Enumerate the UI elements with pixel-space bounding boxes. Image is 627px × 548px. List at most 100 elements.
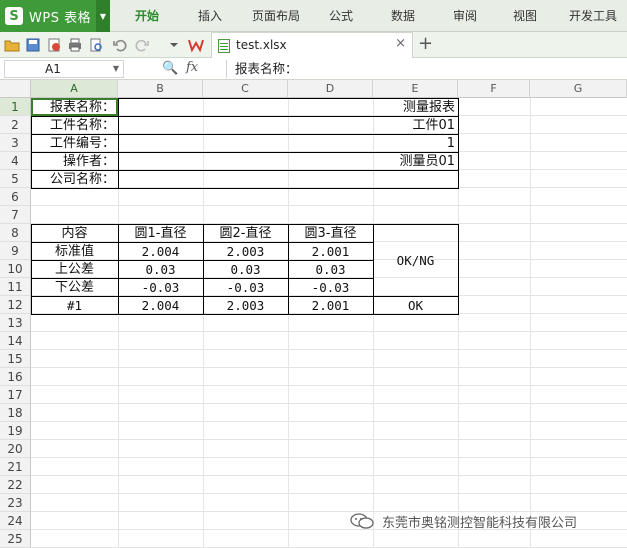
customize-dropdown-icon[interactable] [166, 37, 182, 53]
spreadsheet-file-icon [218, 39, 230, 53]
print-icon[interactable] [67, 37, 83, 53]
select-all-corner[interactable] [0, 80, 31, 98]
row-header-14[interactable]: 14 [0, 332, 31, 350]
cell-a4[interactable]: 操作者： [32, 153, 117, 170]
row-header-16[interactable]: 16 [0, 368, 31, 386]
cell-c9[interactable]: 2.003 [204, 243, 287, 260]
row-header-19[interactable]: 19 [0, 422, 31, 440]
tab-view[interactable]: 视图 [502, 0, 548, 32]
print-preview-icon[interactable] [88, 37, 104, 53]
tab-page-layout[interactable]: 页面布局 [246, 0, 306, 32]
name-box-value: A1 [45, 62, 61, 76]
column-header-d[interactable]: D [288, 80, 373, 98]
undo-icon[interactable] [112, 37, 128, 53]
cell-b10[interactable]: 0.03 [119, 261, 202, 278]
cell-a10[interactable]: 上公差 [32, 261, 117, 278]
column-header-g[interactable]: G [530, 80, 627, 98]
cell-a5[interactable]: 公司名称： [32, 171, 117, 188]
column-header-a[interactable]: A [31, 80, 118, 98]
row-header-2[interactable]: 2 [0, 116, 31, 134]
tab-formulas[interactable]: 公式 [318, 0, 364, 32]
row-header-21[interactable]: 21 [0, 458, 31, 476]
tab-developer[interactable]: 开发工具 [562, 0, 624, 32]
cell-c11[interactable]: -0.03 [204, 279, 287, 296]
cell-d12[interactable]: 2.001 [289, 297, 372, 314]
row-header-4[interactable]: 4 [0, 152, 31, 170]
row-header-24[interactable]: 24 [0, 512, 31, 530]
tab-review[interactable]: 审阅 [442, 0, 488, 32]
zoom-search-icon[interactable]: 🔍 [162, 61, 178, 76]
column-header-b[interactable]: B [118, 80, 203, 98]
row-header-1[interactable]: 1 [0, 98, 31, 116]
column-header-e[interactable]: E [373, 80, 458, 98]
cell-a2[interactable]: 工件名称： [32, 117, 117, 134]
gridline-horizontal [31, 205, 627, 206]
export-pdf-icon[interactable] [46, 37, 62, 53]
open-folder-icon[interactable] [4, 37, 20, 53]
row-header-25[interactable]: 25 [0, 530, 31, 548]
row-header-12[interactable]: 12 [0, 296, 31, 314]
gridline-vertical [530, 98, 531, 548]
name-box[interactable]: A1 ▼ [4, 60, 124, 78]
row-header-15[interactable]: 15 [0, 350, 31, 368]
cell-a11[interactable]: 下公差 [32, 279, 117, 296]
close-icon[interactable]: × [395, 36, 406, 51]
gridline-horizontal [31, 475, 627, 476]
new-tab-button[interactable]: + [418, 33, 433, 54]
cell-d8[interactable]: 圆3-直径 [289, 225, 372, 242]
column-header-f[interactable]: F [458, 80, 530, 98]
cell-a3[interactable]: 工件编号： [32, 135, 117, 152]
row-header-9[interactable]: 9 [0, 242, 31, 260]
row-header-13[interactable]: 13 [0, 314, 31, 332]
row-header-17[interactable]: 17 [0, 386, 31, 404]
tab-home[interactable]: 开始 [122, 0, 172, 32]
cell-a12[interactable]: #1 [32, 297, 117, 314]
redo-icon[interactable] [134, 37, 150, 53]
cell-e12[interactable]: OK [374, 297, 457, 314]
ribbon-bar: S WPS 表格 ▼ 开始 插入 页面布局 公式 数据 审阅 视图 开发工具 [0, 0, 627, 32]
cell-a8[interactable]: 内容 [32, 225, 117, 242]
cell-b12[interactable]: 2.004 [119, 297, 202, 314]
insert-function-button[interactable]: fx [186, 60, 198, 75]
row-header-7[interactable]: 7 [0, 206, 31, 224]
cell-d11[interactable]: -0.03 [289, 279, 372, 296]
cell-b9[interactable]: 2.004 [119, 243, 202, 260]
row-header-6[interactable]: 6 [0, 188, 31, 206]
save-icon[interactable] [25, 37, 41, 53]
cell-a9[interactable]: 标准值 [32, 243, 117, 260]
cell-c8[interactable]: 圆2-直径 [204, 225, 287, 242]
tab-insert[interactable]: 插入 [185, 0, 235, 32]
cell-e3[interactable]: 1 [374, 135, 457, 152]
cell-e8[interactable]: OK/NG [374, 225, 457, 296]
file-tab[interactable]: test.xlsx × [211, 32, 413, 58]
gridline-horizontal [31, 439, 627, 440]
cell-d9[interactable]: 2.001 [289, 243, 372, 260]
cell-c12[interactable]: 2.003 [204, 297, 287, 314]
cell-e2[interactable]: 工件01 [374, 117, 457, 134]
cell-c10[interactable]: 0.03 [204, 261, 287, 278]
row-header-11[interactable]: 11 [0, 278, 31, 296]
cell-e1[interactable]: 测量报表 [374, 99, 457, 116]
cell-b8[interactable]: 圆1-直径 [119, 225, 202, 242]
formula-input[interactable]: 报表名称： [226, 60, 622, 78]
cell-e4[interactable]: 测量员01 [374, 153, 457, 170]
app-menu-button[interactable]: S WPS 表格 ▼ [0, 0, 110, 32]
row-header-23[interactable]: 23 [0, 494, 31, 512]
cell-d10[interactable]: 0.03 [289, 261, 372, 278]
row-header-5[interactable]: 5 [0, 170, 31, 188]
wps-w-icon[interactable] [188, 37, 204, 53]
chevron-down-icon[interactable]: ▼ [113, 61, 119, 77]
cell-border [31, 188, 459, 189]
row-header-20[interactable]: 20 [0, 440, 31, 458]
row-header-10[interactable]: 10 [0, 260, 31, 278]
tab-data[interactable]: 数据 [380, 0, 426, 32]
column-header-c[interactable]: C [203, 80, 288, 98]
gridline-horizontal [31, 421, 627, 422]
row-header-3[interactable]: 3 [0, 134, 31, 152]
cell-b11[interactable]: -0.03 [119, 279, 202, 296]
chevron-down-icon[interactable]: ▼ [96, 0, 110, 32]
row-header-22[interactable]: 22 [0, 476, 31, 494]
gridline-vertical [203, 98, 204, 548]
row-header-8[interactable]: 8 [0, 224, 31, 242]
row-header-18[interactable]: 18 [0, 404, 31, 422]
